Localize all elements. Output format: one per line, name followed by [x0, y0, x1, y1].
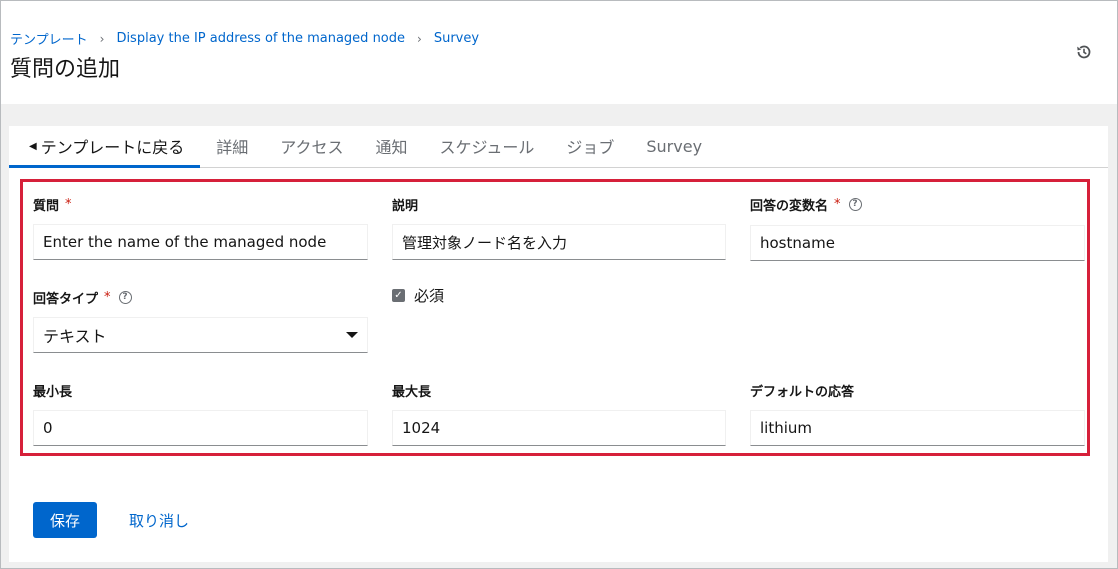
description-input[interactable]: 管理対象ノード名を入力 — [392, 224, 726, 260]
required-marker: * — [65, 196, 72, 212]
tab-schedules[interactable]: スケジュール — [423, 125, 550, 167]
variable-label: 回答の変数名 — [750, 198, 829, 214]
max-length-input[interactable]: 1024 — [392, 410, 726, 446]
required-marker: * — [104, 289, 111, 305]
required-checkbox[interactable]: ✓ — [392, 289, 405, 302]
tab-survey[interactable]: Survey — [630, 125, 718, 167]
max-length-label: 最大長 — [392, 384, 432, 400]
page-title: 質問の追加 — [10, 57, 121, 82]
default-answer-label: デフォルトの応答 — [750, 384, 855, 400]
caret-left-icon: ◀ — [29, 140, 37, 152]
answer-type-label: 回答タイプ — [33, 291, 99, 307]
help-icon[interactable]: ? — [118, 290, 132, 304]
max-length-label-group: 最大長 — [392, 381, 432, 400]
question-input[interactable]: Enter the name of the managed node — [33, 224, 368, 260]
page-header: テンプレート › Display the IP address of the m… — [1, 1, 1117, 104]
save-button[interactable]: 保存 — [33, 502, 97, 538]
tab-details[interactable]: 詳細 — [200, 125, 264, 167]
history-icon[interactable] — [1073, 41, 1095, 63]
caret-down-icon — [346, 332, 358, 338]
default-answer-label-group: デフォルトの応答 — [750, 381, 855, 400]
answer-type-value: テキスト — [43, 327, 107, 346]
breadcrumb-separator: › — [417, 31, 422, 46]
question-label: 質問 — [33, 198, 60, 214]
breadcrumb-survey[interactable]: Survey — [434, 31, 479, 46]
answer-type-label-group: 回答タイプ *? — [33, 288, 132, 307]
breadcrumb-template-name[interactable]: Display the IP address of the managed no… — [116, 31, 405, 46]
cancel-button[interactable]: 取り消し — [129, 502, 189, 538]
tab-back-to-templates[interactable]: ◀ テンプレートに戻る — [9, 125, 201, 168]
description-label: 説明 — [392, 198, 419, 214]
tab-label: テンプレートに戻る — [40, 138, 185, 157]
help-icon[interactable]: ? — [848, 197, 862, 211]
form-card: ◀ テンプレートに戻る 詳細 アクセス 通知 スケジュール ジョブ Survey… — [9, 126, 1108, 562]
variable-name-input[interactable]: hostname — [750, 225, 1085, 261]
required-checkbox-group[interactable]: ✓ 必須 — [392, 285, 444, 306]
breadcrumb-templates[interactable]: テンプレート — [10, 29, 88, 48]
min-length-label: 最小長 — [33, 384, 73, 400]
tab-notifications[interactable]: 通知 — [359, 125, 423, 167]
default-answer-input[interactable]: lithium — [750, 410, 1085, 446]
answer-type-select[interactable]: テキスト — [33, 317, 368, 353]
breadcrumb: テンプレート › Display the IP address of the m… — [10, 29, 479, 48]
breadcrumb-separator: › — [99, 31, 105, 46]
min-length-input[interactable]: 0 — [33, 410, 368, 446]
question-label-group: 質問 * — [33, 195, 72, 214]
description-label-group: 説明 — [392, 195, 419, 214]
variable-label-group: 回答の変数名 *? — [750, 195, 862, 214]
tab-access[interactable]: アクセス — [264, 125, 359, 167]
required-checkbox-label: 必須 — [414, 287, 445, 305]
required-marker: * — [834, 196, 841, 212]
min-length-label-group: 最小長 — [33, 381, 73, 400]
tab-bar: ◀ テンプレートに戻る 詳細 アクセス 通知 スケジュール ジョブ Survey — [9, 126, 1108, 168]
tab-jobs[interactable]: ジョブ — [550, 125, 630, 167]
